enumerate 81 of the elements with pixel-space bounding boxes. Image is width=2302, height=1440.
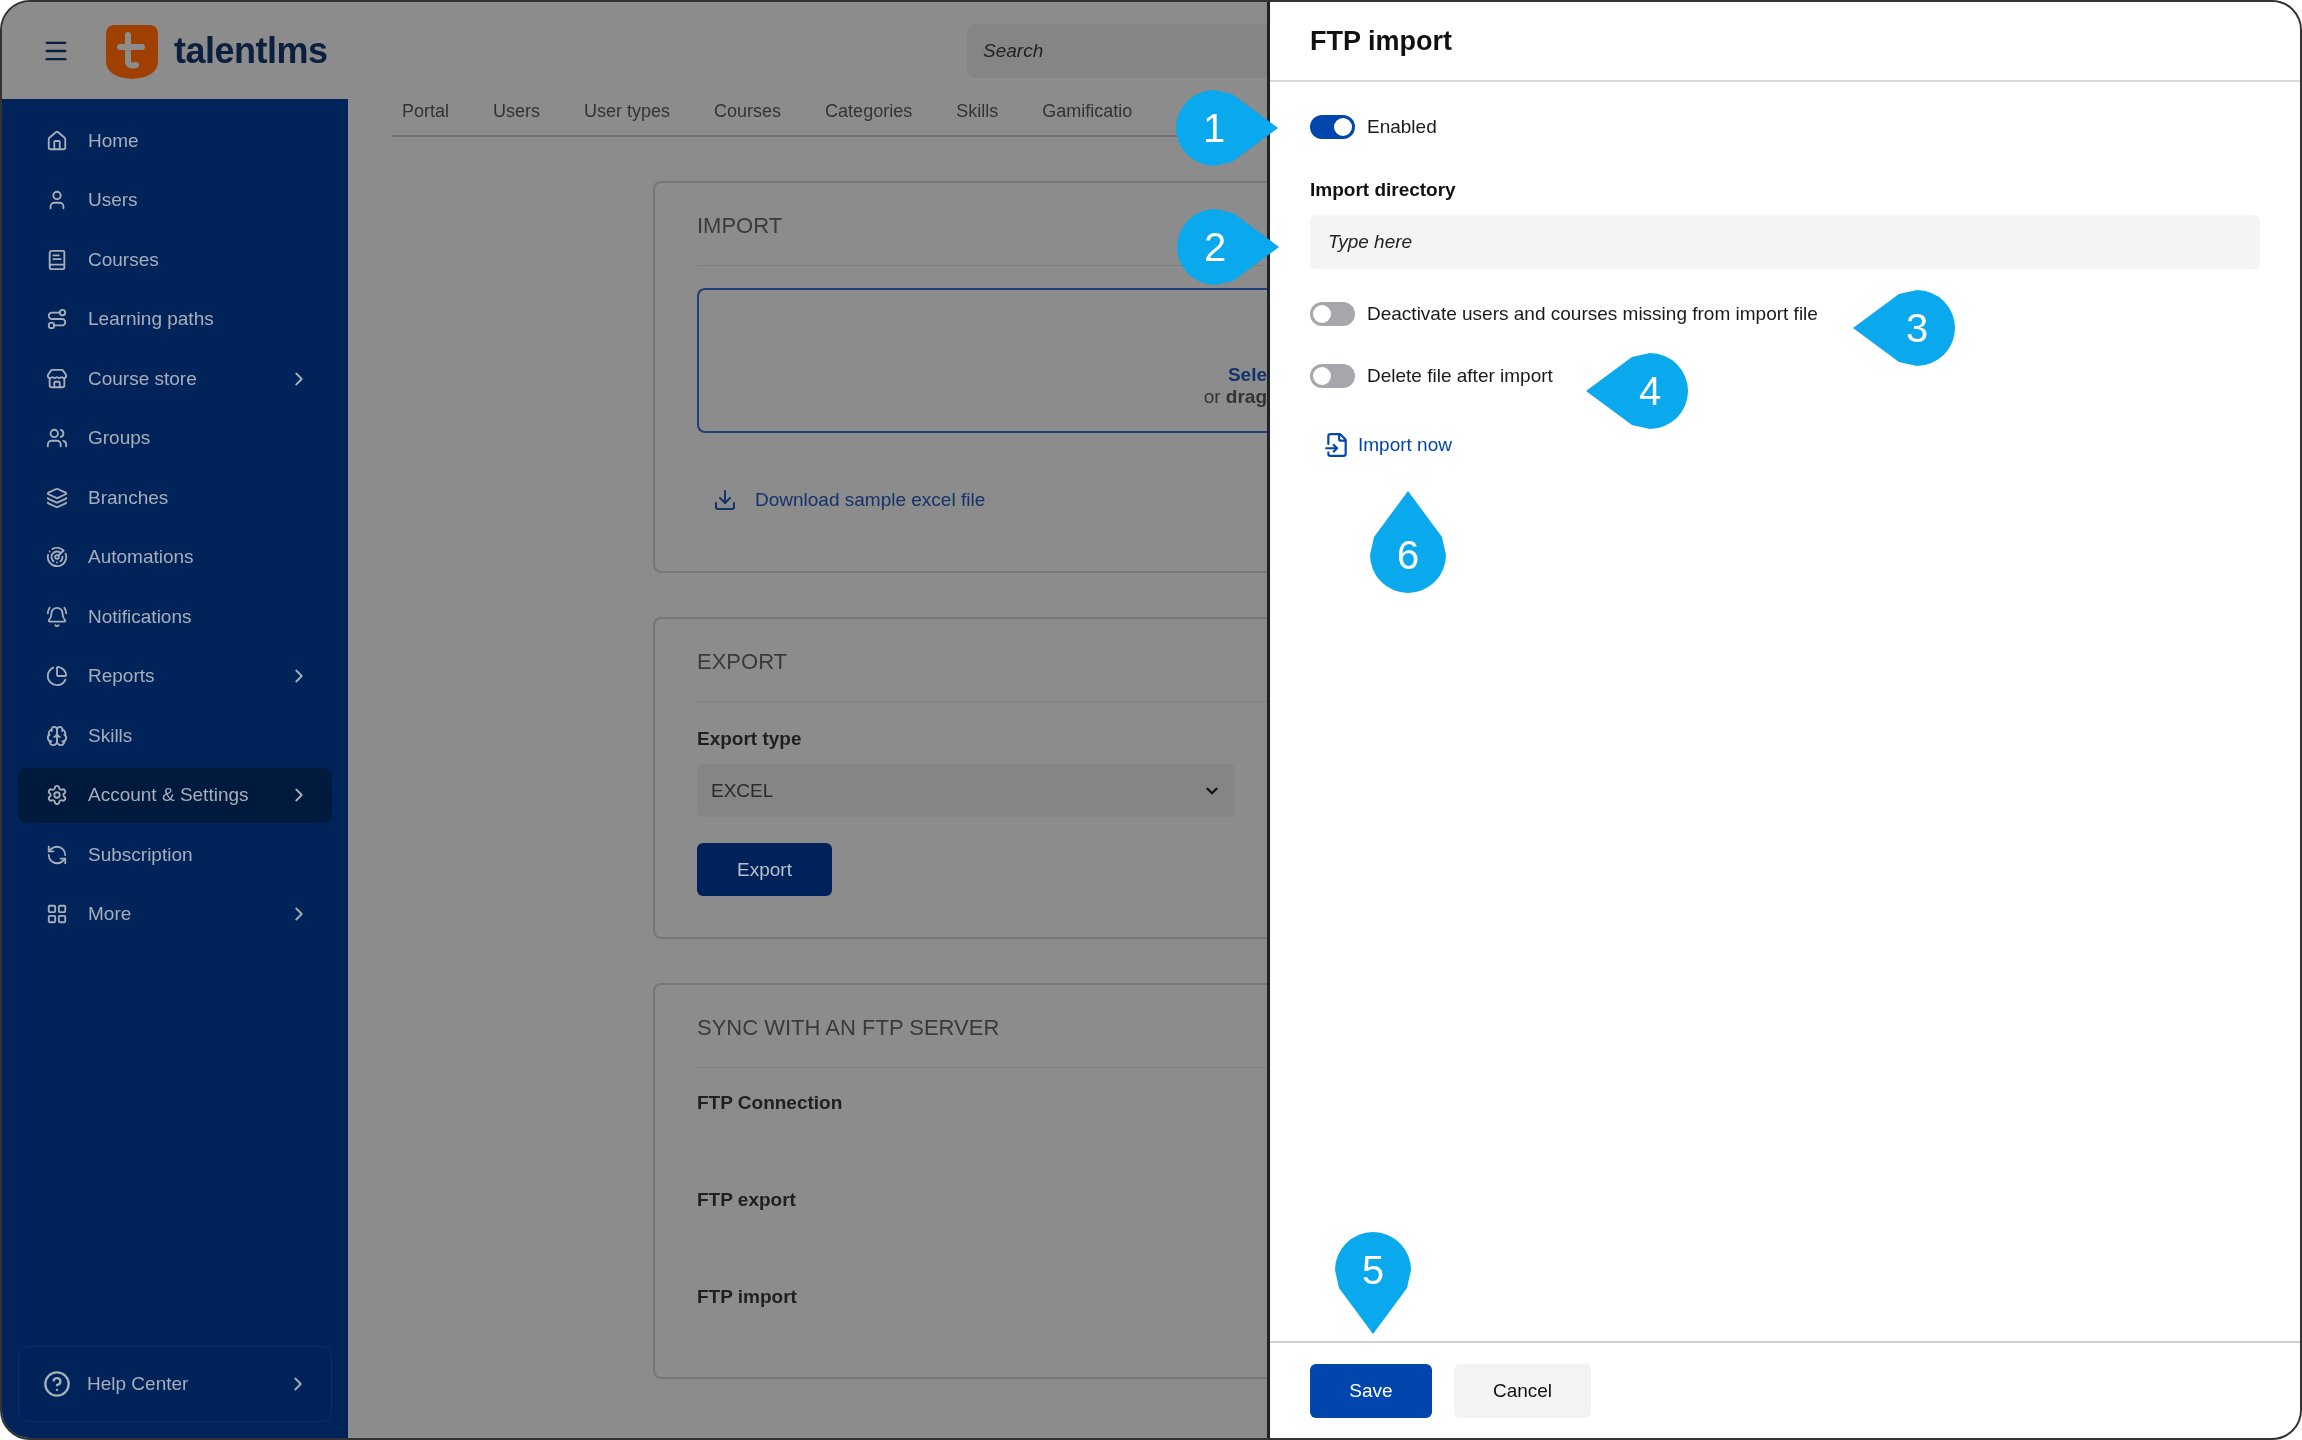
sidebar-item[interactable]: Automations — [18, 529, 332, 585]
toggle-switch[interactable] — [1310, 115, 1355, 139]
select-link[interactable]: Sele — [1227, 363, 1267, 386]
tab[interactable]: Courses — [704, 99, 792, 123]
sidebar-item[interactable]: Branches — [18, 470, 332, 525]
sidebar-item[interactable]: More — [18, 886, 332, 942]
help-icon — [43, 1370, 71, 1398]
search-field[interactable]: Search — [967, 23, 1267, 78]
drop-hint: or drag — [1203, 385, 1267, 408]
help-center-button[interactable]: Help Center — [18, 1346, 332, 1422]
sidebar-item-label: Account & Settings — [88, 784, 250, 806]
sidebar-item[interactable]: Skills — [18, 708, 332, 763]
sidebar-item-label: Home — [88, 129, 140, 152]
export-type-select[interactable]: EXCEL — [697, 764, 1235, 817]
save-button[interactable]: Save — [1310, 1363, 1432, 1418]
grid-icon — [46, 903, 68, 925]
sidebar-item-label: Course store — [88, 367, 198, 390]
download-link[interactable]: Download sample excel file — [713, 488, 1267, 512]
settings-icon — [46, 784, 68, 806]
toggle-label: Delete file after import — [1367, 365, 1553, 387]
sidebar-item-label: Notifications — [88, 605, 193, 628]
setting-label: FTP export — [697, 1188, 797, 1212]
export-button[interactable]: Export — [697, 843, 832, 896]
pie-chart-icon — [46, 665, 68, 687]
sidebar-item[interactable]: Reports — [18, 648, 332, 704]
sidebar-item[interactable]: Course store — [18, 351, 332, 406]
sidebar-item[interactable]: Account & Settings — [18, 767, 332, 823]
sidebar-item-label: More — [88, 903, 133, 925]
toggle-switch[interactable] — [1310, 302, 1355, 326]
tab[interactable]: Categories — [815, 99, 923, 123]
sidebar-item[interactable]: Groups — [18, 410, 332, 466]
sidebar-item-label: Branches — [88, 486, 170, 509]
field-label: Import directory — [1310, 179, 1457, 201]
sidebar-item-label: Automations — [88, 546, 195, 568]
setting-label: FTP import — [697, 1285, 798, 1309]
sidebar-item-label: Courses — [88, 248, 160, 271]
callout-number: 1 — [1201, 105, 1227, 152]
sidebar-item-label: Groups — [88, 427, 152, 449]
sidebar-item-label: Subscription — [88, 843, 194, 866]
tab[interactable]: Users — [483, 99, 551, 123]
sidebar-item[interactable]: Learning paths — [18, 291, 332, 347]
sidebar-item-label: Learning paths — [88, 308, 215, 330]
tab[interactable]: Portal — [392, 99, 460, 123]
file-import-icon — [1324, 432, 1350, 458]
toggle-label: Enabled — [1367, 116, 1437, 138]
sidebar-item-label: Skills — [88, 724, 134, 747]
toggle-switch[interactable] — [1310, 364, 1355, 388]
sidebar-item-label: Reports — [88, 665, 156, 687]
tab[interactable]: User types — [574, 99, 681, 123]
store-icon — [46, 367, 68, 390]
callout-number: 3 — [1904, 305, 1930, 352]
import-now-link[interactable]: Import now — [1324, 432, 1452, 458]
sidebar-item[interactable]: Users — [18, 172, 332, 228]
sidebar-item[interactable]: Subscription — [18, 827, 332, 882]
bell-icon — [46, 605, 68, 628]
home-icon — [46, 129, 68, 152]
sidebar-item-label: Users — [88, 189, 139, 211]
tab[interactable]: Gamificatio — [1032, 99, 1143, 123]
book-icon — [46, 248, 68, 271]
sidebar-item[interactable]: Notifications — [18, 589, 332, 644]
radar-icon — [46, 546, 68, 568]
route-icon — [46, 308, 68, 330]
refresh-icon — [46, 843, 68, 866]
layers-icon — [46, 486, 68, 509]
toggle-label: Deactivate users and courses missing from import file — [1367, 303, 1818, 325]
callout-number: 2 — [1202, 224, 1228, 271]
cancel-button[interactable]: Cancel — [1454, 1363, 1591, 1418]
sidebar-item[interactable]: Courses — [18, 232, 332, 287]
callout-number: 5 — [1360, 1247, 1386, 1294]
users-icon — [46, 427, 68, 449]
logo-text: talentlms — [174, 29, 328, 72]
setting-label: FTP Connection — [697, 1091, 844, 1115]
callout-number: 4 — [1637, 368, 1663, 415]
download-icon — [713, 488, 737, 512]
sidebar-item[interactable]: Home — [18, 113, 332, 168]
callout-number: 6 — [1395, 532, 1421, 579]
input-field[interactable]: Type here — [1310, 215, 2260, 269]
drawer-title: FTP import — [1310, 25, 1452, 57]
tab[interactable]: Skills — [946, 99, 1009, 123]
field-label: Export type — [697, 728, 803, 750]
brain-icon — [46, 724, 68, 747]
